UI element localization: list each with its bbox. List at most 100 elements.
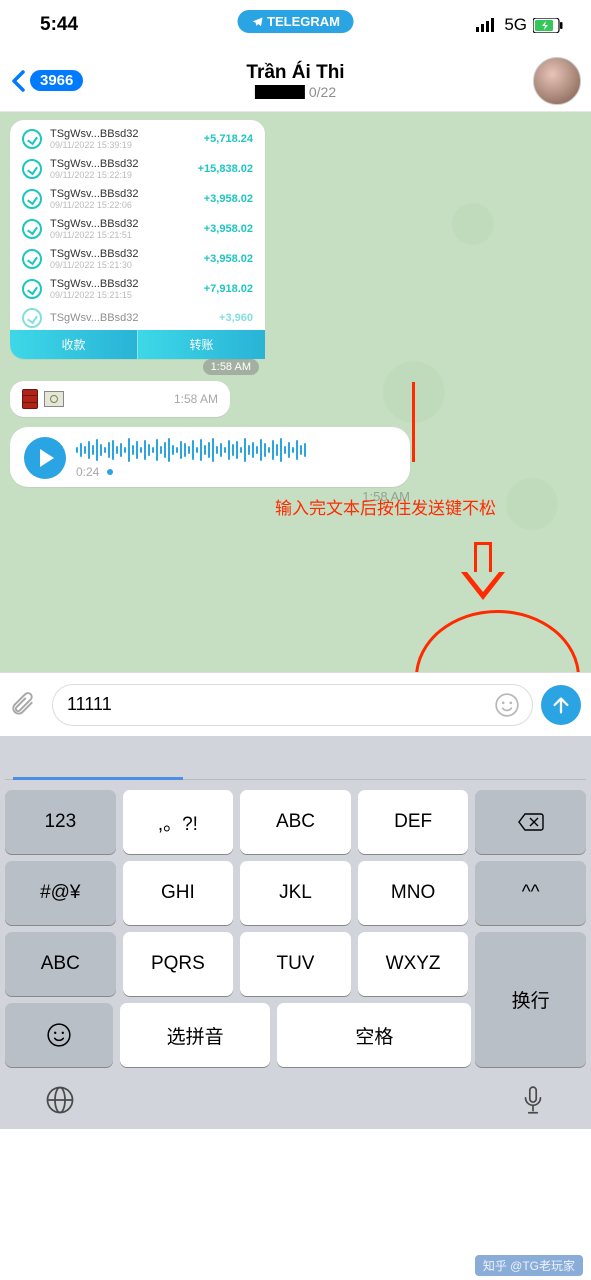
annotation-text: 输入完文本后按住发送键不松 xyxy=(275,494,496,519)
key-def[interactable]: DEF xyxy=(358,790,469,854)
tx-name: TSgWsv...BBsd32 xyxy=(50,158,190,170)
tx-amount: +7,918.02 xyxy=(204,283,253,295)
transaction-row[interactable]: TSgWsv...BBsd32 +3,960 xyxy=(10,304,265,328)
transaction-row[interactable]: TSgWsv...BBsd32 09/11/2022 15:22:06 +3,9… xyxy=(10,184,265,214)
tab-indicator xyxy=(13,777,183,780)
tx-icon xyxy=(22,249,42,269)
key-123[interactable]: 123 xyxy=(5,790,116,854)
transfer-button[interactable]: 转账 xyxy=(138,330,265,359)
backspace-icon xyxy=(517,812,545,832)
card-buttons: 收款 转账 xyxy=(10,330,265,359)
msg-timestamp: 1:58 AM xyxy=(174,392,218,406)
key-ghi[interactable]: GHI xyxy=(123,861,234,925)
network-label: 5G xyxy=(504,15,527,35)
transaction-card[interactable]: TSgWsv...BBsd32 09/11/2022 15:39:19 +5,7… xyxy=(10,120,265,359)
enter-key[interactable]: 换行 xyxy=(475,932,586,1067)
transaction-row[interactable]: TSgWsv...BBsd32 09/11/2022 15:21:51 +3,9… xyxy=(10,214,265,244)
tx-icon xyxy=(22,159,42,179)
tx-amount: +3,958.02 xyxy=(204,253,253,265)
key-abc[interactable]: ABC xyxy=(240,790,351,854)
smiley-icon xyxy=(494,692,520,718)
money-icon xyxy=(44,391,64,407)
sticker-button[interactable] xyxy=(494,692,524,718)
tx-icon xyxy=(22,129,42,149)
watermark: 知乎 @TG老玩家 xyxy=(475,1255,583,1276)
message-input[interactable] xyxy=(67,694,494,715)
message-input-wrap xyxy=(52,684,533,726)
globe-button[interactable] xyxy=(45,1085,75,1117)
tx-icon xyxy=(22,308,42,328)
waveform[interactable]: 0:24 xyxy=(76,437,396,479)
annotation-line xyxy=(412,382,415,462)
paperclip-icon xyxy=(10,692,36,718)
chevron-left-icon xyxy=(10,69,26,93)
play-button[interactable] xyxy=(24,437,66,479)
status-bar: 5:44 TELEGRAM 5G xyxy=(0,0,591,50)
keyboard: 123,。?!ABCDEF #@¥GHIJKLMNO^^ ABCPQRSTUVW… xyxy=(0,736,591,1129)
tx-amount: +5,718.24 xyxy=(204,133,253,145)
contact-name: Trần Ái Thi xyxy=(246,62,344,84)
transaction-row[interactable]: TSgWsv...BBsd32 09/11/2022 15:21:30 +3,9… xyxy=(10,244,265,274)
barrel-icon xyxy=(22,389,38,409)
transaction-row[interactable]: TSgWsv...BBsd32 09/11/2022 15:21:15 +7,9… xyxy=(10,274,265,304)
space-key[interactable]: 空格 xyxy=(277,1003,471,1067)
microphone-icon xyxy=(520,1085,546,1117)
key-[interactable]: #@¥ xyxy=(5,861,116,925)
key-wxyz[interactable]: WXYZ xyxy=(358,932,469,996)
battery-icon xyxy=(533,18,563,33)
dictation-button[interactable] xyxy=(520,1085,546,1117)
status-right: 5G xyxy=(476,15,563,35)
receive-button[interactable]: 收款 xyxy=(10,330,138,359)
chat-title[interactable]: Trần Ái Thi 0/22 xyxy=(246,62,344,100)
send-button[interactable] xyxy=(541,685,581,725)
telegram-icon xyxy=(251,16,263,28)
chat-header: 3966 Trần Ái Thi 0/22 xyxy=(0,50,591,112)
tx-name: TSgWsv...BBsd32 xyxy=(50,248,196,260)
transaction-row[interactable]: TSgWsv...BBsd32 09/11/2022 15:39:19 +5,7… xyxy=(10,124,265,154)
tx-name: TSgWsv...BBsd32 xyxy=(50,312,211,324)
app-pill[interactable]: TELEGRAM xyxy=(237,10,354,33)
emoji-key[interactable] xyxy=(5,1003,113,1067)
keyboard-footer xyxy=(5,1067,586,1125)
annotation-circle xyxy=(415,610,580,672)
key-[interactable]: ,。?! xyxy=(123,790,234,854)
chat-area[interactable]: TSgWsv...BBsd32 09/11/2022 15:39:19 +5,7… xyxy=(0,112,591,672)
signal-icon xyxy=(476,18,498,32)
back-button[interactable]: 3966 xyxy=(10,69,83,93)
attachment-button[interactable] xyxy=(10,692,44,718)
tx-amount: +3,958.02 xyxy=(204,223,253,235)
tx-time: 09/11/2022 15:21:30 xyxy=(50,260,196,270)
voice-message[interactable]: 0:24 xyxy=(10,427,410,487)
emoji-message[interactable]: 1:58 AM xyxy=(10,381,230,417)
voice-duration: 0:24 xyxy=(76,465,99,479)
key-tuv[interactable]: TUV xyxy=(240,932,351,996)
play-icon xyxy=(40,449,54,467)
unread-count: 3966 xyxy=(30,70,83,91)
keyboard-tabs[interactable] xyxy=(5,744,586,780)
contact-status: 0/22 xyxy=(246,84,344,100)
key-[interactable]: ^^ xyxy=(475,861,586,925)
globe-icon xyxy=(45,1085,75,1115)
censored-block xyxy=(255,85,305,99)
unread-dot xyxy=(107,469,113,475)
tx-name: TSgWsv...BBsd32 xyxy=(50,128,196,140)
tx-icon xyxy=(22,279,42,299)
tx-amount: +3,960 xyxy=(219,312,253,324)
tx-amount: +3,958.02 xyxy=(204,193,253,205)
tx-time: 09/11/2022 15:22:06 xyxy=(50,200,196,210)
avatar[interactable] xyxy=(533,57,581,105)
key-abc[interactable]: ABC xyxy=(5,932,116,996)
key-mno[interactable]: MNO xyxy=(358,861,469,925)
key-pqrs[interactable]: PQRS xyxy=(123,932,234,996)
tx-icon xyxy=(22,219,42,239)
tx-name: TSgWsv...BBsd32 xyxy=(50,218,196,230)
pinyin-key[interactable]: 选拼音 xyxy=(120,1003,271,1067)
transaction-row[interactable]: TSgWsv...BBsd32 09/11/2022 15:22:19 +15,… xyxy=(10,154,265,184)
key-jkl[interactable]: JKL xyxy=(240,861,351,925)
input-bar xyxy=(0,672,591,736)
tx-name: TSgWsv...BBsd32 xyxy=(50,278,196,290)
emoji-icon xyxy=(46,1022,72,1048)
tx-time: 09/11/2022 15:39:19 xyxy=(50,140,196,150)
backspace-key[interactable] xyxy=(475,790,586,854)
status-time: 5:44 xyxy=(40,14,78,36)
